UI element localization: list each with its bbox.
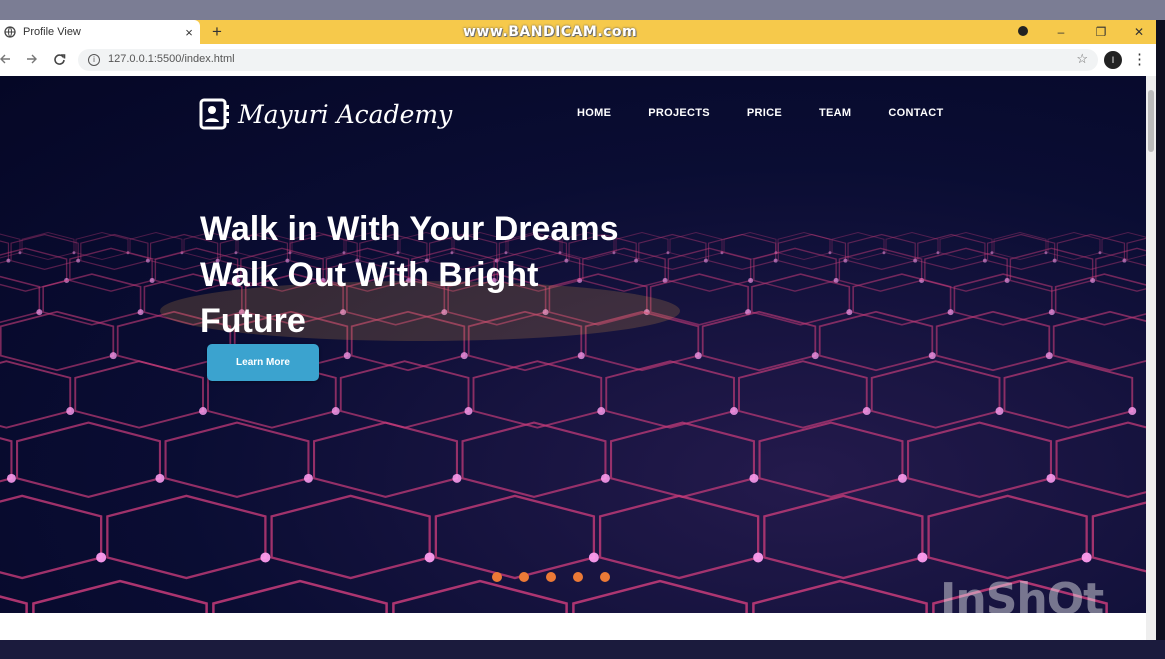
nav-team[interactable]: TEAM — [819, 107, 851, 119]
url-text: 127.0.0.1:5500/index.html — [108, 53, 235, 65]
menu-dots-icon[interactable]: ⋮ — [1132, 50, 1147, 68]
recording-frame-right — [1156, 20, 1165, 659]
slider-dots — [492, 572, 627, 582]
hexagon-network-background — [0, 231, 1146, 613]
recording-frame-top — [0, 0, 1165, 20]
tab-close-icon[interactable]: × — [178, 25, 200, 40]
info-icon[interactable]: i — [88, 54, 100, 66]
scrollbar-thumb[interactable] — [1148, 90, 1154, 152]
page-scrollbar[interactable] — [1146, 76, 1156, 640]
nav-contact[interactable]: CONTACT — [888, 107, 943, 119]
browser-toolbar: i 127.0.0.1:5500/index.html ☆ I ⋮ — [0, 44, 1156, 76]
learn-more-button[interactable]: Learn More — [207, 344, 319, 381]
slider-dot[interactable] — [546, 572, 556, 582]
browser-tab-bar: Profile View × + www.BANDICAM.com – ❐ ✕ — [0, 20, 1156, 44]
main-nav: HOME PROJECTS PRICE TEAM CONTACT — [577, 107, 980, 119]
slider-dot[interactable] — [573, 572, 583, 582]
minimize-button[interactable]: – — [1046, 20, 1076, 44]
globe-icon — [4, 26, 16, 38]
close-window-button[interactable]: ✕ — [1124, 20, 1154, 44]
forward-arrow-icon[interactable] — [21, 48, 43, 70]
logo-text: Mayuri Academy — [238, 99, 453, 129]
hero-title-line-1: Walk in With Your Dreams — [200, 210, 619, 248]
hero-title-line-2: Walk Out With Bright — [200, 256, 539, 294]
back-arrow-icon[interactable] — [0, 48, 16, 70]
tab-title: Profile View — [23, 26, 81, 38]
slider-dot[interactable] — [492, 572, 502, 582]
contact-card-icon — [199, 98, 229, 130]
browser-tab[interactable]: Profile View × — [0, 20, 200, 44]
incognito-icon — [1018, 26, 1028, 36]
reload-icon[interactable] — [48, 48, 70, 70]
hero-title-line-3: Future — [200, 302, 306, 340]
recording-frame-bottom — [0, 640, 1165, 659]
slider-dot[interactable] — [519, 572, 529, 582]
nav-home[interactable]: HOME — [577, 107, 611, 119]
nav-price[interactable]: PRICE — [747, 107, 782, 119]
new-tab-button[interactable]: + — [208, 21, 226, 43]
restore-button[interactable]: ❐ — [1086, 20, 1116, 44]
star-icon[interactable]: ☆ — [1076, 51, 1088, 67]
recorder-watermark: www.BANDICAM.com — [463, 24, 638, 40]
page-viewport: Mayuri Academy HOME PROJECTS PRICE TEAM … — [0, 76, 1146, 613]
address-bar[interactable]: i 127.0.0.1:5500/index.html ☆ — [78, 49, 1098, 71]
hero-title: Walk in With Your Dreams Walk Out With B… — [200, 206, 720, 344]
page-content-below-fold — [0, 613, 1146, 640]
nav-projects[interactable]: PROJECTS — [648, 107, 710, 119]
site-logo[interactable]: Mayuri Academy — [199, 98, 452, 130]
account-avatar[interactable]: I — [1104, 51, 1122, 69]
slider-dot[interactable] — [600, 572, 610, 582]
video-watermark: InShOt — [940, 574, 1104, 613]
